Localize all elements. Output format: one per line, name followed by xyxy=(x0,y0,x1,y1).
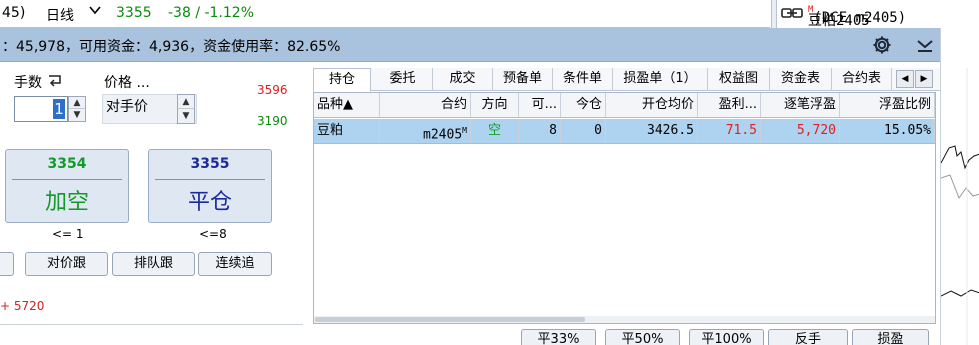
link-icon[interactable] xyxy=(781,7,803,19)
account-summary-text: ：45,978，可用资金：4,936，资金使用率：82.65% xyxy=(2,39,341,55)
tab-scroll: ◀ ▶ xyxy=(896,70,934,88)
gear-icon[interactable] xyxy=(872,35,892,55)
tab-contracts[interactable]: 合约表 xyxy=(832,68,892,91)
caret-down-icon[interactable]: ▼ xyxy=(69,109,85,121)
contract-main-mark: M xyxy=(462,126,467,135)
follow-queue-button[interactable]: 排队跟 xyxy=(112,252,195,276)
tab-orders[interactable]: 委托 xyxy=(373,68,433,91)
cell-variety: 豆粕 xyxy=(314,119,380,143)
reverse-button[interactable]: 反手 xyxy=(768,329,848,345)
cell-today: 0 xyxy=(561,119,606,143)
close-price: 3355 xyxy=(190,156,230,172)
price-mode-value: 对手价 xyxy=(106,99,148,115)
positions-table: 品种▲ 合约 方向 可... 今仓 开仓均价 盈利... 逐笔浮盈 浮盈比例 豆… xyxy=(313,92,936,324)
table-row[interactable]: 豆粕 m2405M 空 8 0 3426.5 71.5 5,720 15.05% xyxy=(314,119,935,144)
scrollbar-thumb[interactable] xyxy=(315,317,585,322)
limit-up-price: 3596 xyxy=(257,83,288,97)
collapse-icon[interactable] xyxy=(916,36,934,54)
close-33-button[interactable]: 平33% xyxy=(521,329,596,345)
period-selector[interactable]: 日线 xyxy=(46,5,74,25)
open-short-label: 加空 xyxy=(44,190,89,215)
contract-code: m2405 xyxy=(423,127,463,143)
price-change: -38 / -1.12% xyxy=(168,5,255,21)
column-avg-open[interactable]: 开仓均价 xyxy=(606,93,698,117)
last-price: 3355 xyxy=(116,5,152,21)
close-position-button[interactable]: 3355 平仓 xyxy=(148,149,272,223)
floating-pnl: + 5720 xyxy=(0,299,45,313)
tab-stop-orders[interactable]: 损盈单（1） xyxy=(613,68,708,91)
caret-down-icon[interactable]: ▼ xyxy=(178,109,194,123)
table-header: 品种▲ 合约 方向 可... 今仓 开仓均价 盈利... 逐笔浮盈 浮盈比例 xyxy=(314,93,935,118)
cell-pnl-ratio: 15.05% xyxy=(840,119,935,143)
cell-contract: m2405M xyxy=(380,119,471,143)
cell-direction: 空 xyxy=(471,119,519,143)
close-50-button[interactable]: 平50% xyxy=(605,329,680,345)
column-contract[interactable]: 合约 xyxy=(380,93,471,117)
quantity-label: 手数 xyxy=(14,75,42,91)
quantity-input[interactable]: 1 xyxy=(14,96,68,122)
pane-splitter[interactable] xyxy=(771,0,777,28)
button-divider xyxy=(155,179,265,180)
caret-left-icon[interactable]: ◀ xyxy=(896,70,914,88)
column-available[interactable]: 可... xyxy=(519,93,561,117)
caret-up-icon[interactable]: ▲ xyxy=(69,97,85,109)
column-direction[interactable]: 方向 xyxy=(471,93,519,117)
stop-loss-button[interactable]: 损盈 xyxy=(852,329,929,345)
close-100-button[interactable]: 平100% xyxy=(689,329,764,345)
tab-funds[interactable]: 资金表 xyxy=(770,68,832,91)
account-summary-bar: ：45,978，可用资金：4,936，资金使用率：82.65% xyxy=(0,28,940,62)
cell-profit: 71.5 xyxy=(698,119,761,143)
divider xyxy=(0,324,303,325)
linked-symbol: 豆粕2405 M (DCE m2405) xyxy=(808,5,906,29)
quantity-stepper[interactable]: ▲ ▼ xyxy=(68,96,86,122)
return-icon[interactable] xyxy=(47,74,63,88)
quantity-value: 1 xyxy=(53,99,65,119)
cell-avg-open: 3426.5 xyxy=(606,119,698,143)
caret-right-icon[interactable]: ▶ xyxy=(915,70,933,88)
follow-counter-button[interactable]: 对价跟 xyxy=(25,252,108,276)
tab-trades[interactable]: 成交 xyxy=(433,68,493,91)
open-short-button[interactable]: 3354 加空 xyxy=(5,149,129,223)
limit-down-price: 3190 xyxy=(257,114,288,128)
mini-chart-lines xyxy=(941,68,979,345)
open-short-price: 3354 xyxy=(47,156,87,172)
button-divider xyxy=(12,179,122,180)
price-stepper[interactable]: ▲ ▼ xyxy=(177,94,195,124)
tab-equity-chart[interactable]: 权益图 xyxy=(708,68,770,91)
cell-available: 8 xyxy=(519,119,561,143)
column-variety[interactable]: 品种▲ xyxy=(314,93,380,117)
tab-conditional[interactable]: 条件单 xyxy=(553,68,613,91)
quote-strip: 45) 日线 3355 -38 / -1.12% xyxy=(0,0,770,28)
caret-up-icon[interactable]: ▲ xyxy=(178,95,194,109)
chevron-down-icon[interactable] xyxy=(89,3,101,19)
tab-prepared[interactable]: 预备单 xyxy=(493,68,553,91)
continuous-chase-button[interactable]: 连续追 xyxy=(198,252,272,276)
price-label[interactable]: 价格 ... xyxy=(104,72,150,92)
column-floating-pnl[interactable]: 逐笔浮盈 xyxy=(761,93,840,117)
close-label: 平仓 xyxy=(187,190,232,215)
symbol-exchange: (DCE m2405) xyxy=(813,10,907,26)
open-short-limit: <= 1 xyxy=(52,227,84,241)
tab-positions[interactable]: 持仓 xyxy=(313,68,371,92)
quote-tail-text: 45) xyxy=(2,5,26,21)
column-profit[interactable]: 盈利... xyxy=(698,93,761,117)
order-entry-panel: 手数 价格 ... 1 ▲ ▼ 对手价 ▲ ▼ 3596 3190 3354 加… xyxy=(0,62,303,345)
close-limit: <=8 xyxy=(199,227,227,241)
position-tabs: 持仓 委托 成交 预备单 条件单 损盈单（1） 权益图 资金表 合约表 xyxy=(313,68,940,92)
column-today[interactable]: 今仓 xyxy=(561,93,606,117)
cell-floating-pnl: 5,720 xyxy=(761,119,840,143)
column-pnl-ratio[interactable]: 浮盈比例 xyxy=(840,93,935,117)
partial-button[interactable] xyxy=(0,252,14,276)
horizontal-scrollbar[interactable] xyxy=(314,316,935,323)
top-quote-bar: 45) 日线 3355 -38 / -1.12% 豆粕2405 M (DCE m24… xyxy=(0,0,979,29)
mini-chart-pane xyxy=(940,28,979,345)
